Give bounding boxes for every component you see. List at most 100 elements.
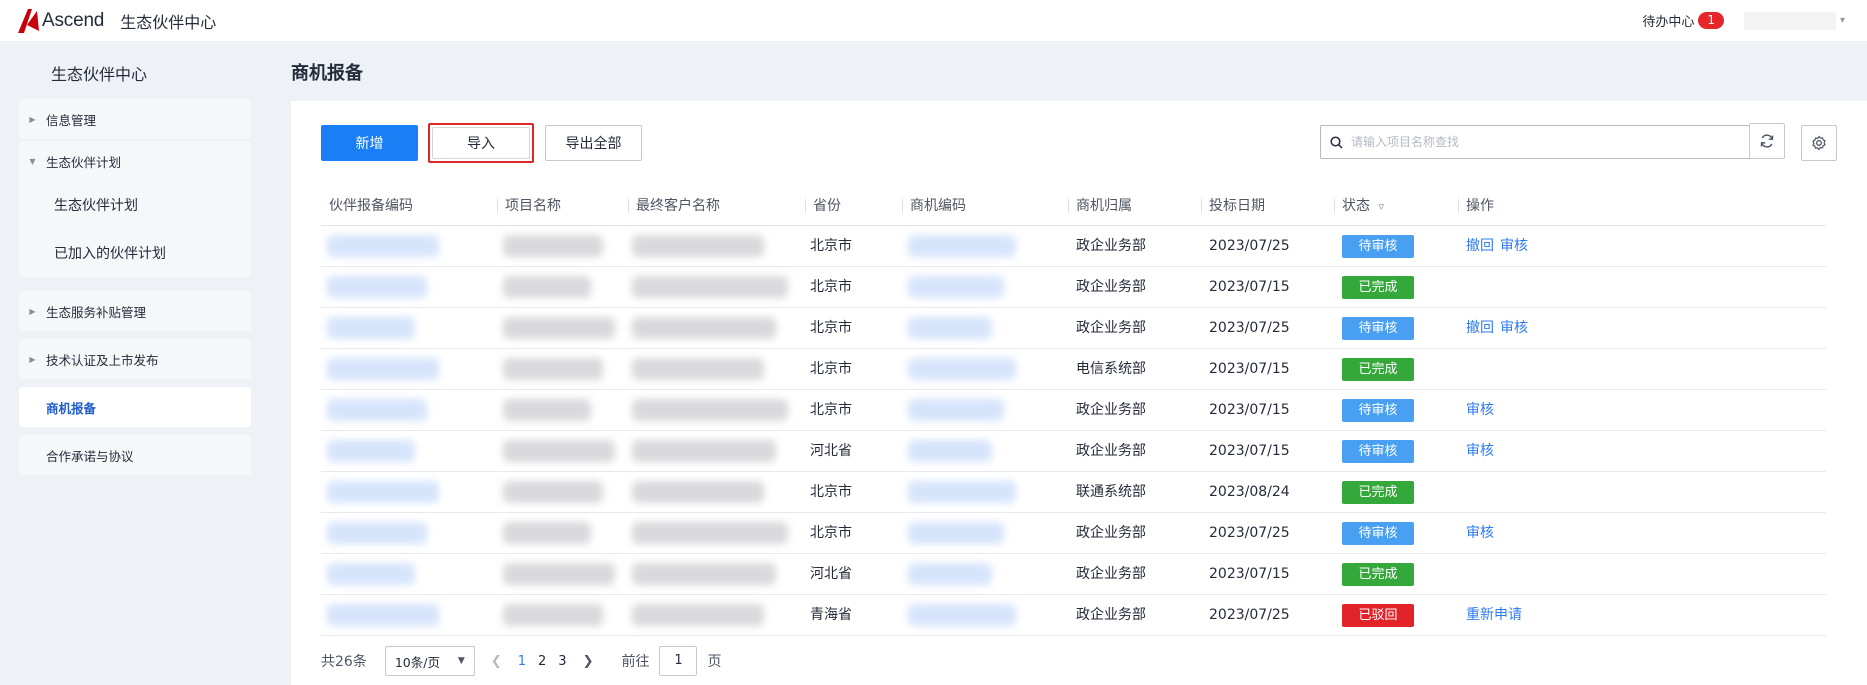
cell-province: 北京市: [810, 320, 852, 336]
redacted-customer-name: [632, 604, 764, 626]
redacted-project-name: [503, 235, 603, 257]
review-link[interactable]: 审核: [1500, 308, 1528, 348]
sidebar-group-partner-plan: ▼ 生态伙伴计划 生态伙伴计划 已加入的伙伴计划: [19, 141, 251, 277]
content-card: 新增 导入 导出全部 伙伴报备编码 项目名称 最终客户名称 省份 商机编码 商机…: [291, 101, 1867, 685]
cell-bid-date: 2023/07/25: [1209, 238, 1290, 254]
cell-department: 政企业务部: [1076, 607, 1146, 623]
redacted-customer-name: [632, 235, 764, 257]
page-number[interactable]: 3: [558, 654, 566, 669]
status-badge: 已完成: [1342, 276, 1414, 299]
refresh-button[interactable]: [1749, 123, 1785, 159]
table-row: 河北省 政企业务部 2023/07/15 待审核 审核: [321, 431, 1826, 472]
redacted-project-name: [503, 276, 591, 298]
table-row: 北京市 政企业务部 2023/07/25 待审核 撤回 审核: [321, 226, 1826, 267]
sidebar-group-certification[interactable]: ▶ 技术认证及上市发布: [19, 339, 251, 379]
redacted-opportunity-code: [908, 563, 992, 585]
table-row: 北京市 政企业务部 2023/07/25 待审核 审核: [321, 513, 1826, 554]
review-link[interactable]: 审核: [1466, 431, 1494, 471]
sidebar-group-header[interactable]: ▼ 生态伙伴计划: [19, 141, 251, 181]
sidebar-item-label: 合作承诺与协议: [46, 448, 134, 464]
total-count: 共26条: [321, 654, 367, 670]
redacted-project-name: [503, 604, 603, 626]
todo-center-link[interactable]: 待办中心 1: [1642, 11, 1724, 30]
ascend-logo-icon: [18, 8, 39, 33]
table-row: 河北省 政企业务部 2023/07/15 已完成: [321, 554, 1826, 595]
cell-province: 河北省: [810, 566, 852, 582]
app-title: 生态伙伴中心: [120, 12, 217, 32]
review-link[interactable]: 审核: [1466, 390, 1494, 430]
prev-page-icon[interactable]: ❮: [491, 654, 502, 669]
search-input[interactable]: [1351, 135, 1751, 149]
reapply-link[interactable]: 重新申请: [1466, 595, 1522, 635]
table-row: 北京市 政企业务部 2023/07/25 待审核 撤回 审核: [321, 308, 1826, 349]
cell-bid-date: 2023/07/15: [1209, 443, 1290, 459]
ascend-logo[interactable]: Ascend: [18, 8, 104, 33]
cell-bid-date: 2023/07/15: [1209, 361, 1290, 377]
pagination: 共26条 10条/页 ▼ ❮ 1 2 3 ❯ 前往 1 页: [321, 646, 721, 676]
next-page-icon[interactable]: ❯: [583, 654, 594, 669]
redacted-partner-code: [327, 276, 427, 298]
redacted-project-name: [503, 563, 615, 585]
user-menu[interactable]: [1743, 11, 1836, 30]
caret-down-icon: ▼: [29, 156, 36, 166]
redacted-opportunity-code: [908, 235, 1016, 257]
cell-bid-date: 2023/07/25: [1209, 525, 1290, 541]
withdraw-link[interactable]: 撤回: [1466, 308, 1494, 348]
cell-department: 政企业务部: [1076, 238, 1146, 254]
column-header: 商机编码: [902, 186, 966, 226]
page-unit-label: 页: [707, 654, 722, 670]
page-title: 商机报备: [291, 63, 363, 84]
redacted-opportunity-code: [908, 522, 1004, 544]
redacted-opportunity-code: [908, 317, 992, 339]
sidebar-item-joined-plans[interactable]: 已加入的伙伴计划: [19, 229, 251, 277]
cell-province: 北京市: [810, 279, 852, 295]
table-row: 北京市 电信系统部 2023/07/15 已完成: [321, 349, 1826, 390]
redacted-project-name: [503, 440, 615, 462]
sidebar-group-subsidy[interactable]: ▶ 生态服务补贴管理: [19, 291, 251, 331]
sidebar-item-label: 生态服务补贴管理: [46, 304, 147, 320]
redacted-customer-name: [632, 276, 788, 298]
column-header-status: 状态 ▿: [1334, 186, 1384, 226]
status-badge: 已完成: [1342, 563, 1414, 586]
redacted-customer-name: [632, 481, 764, 503]
import-button[interactable]: 导入: [432, 127, 530, 159]
sidebar-item-partner-plan[interactable]: 生态伙伴计划: [19, 181, 251, 229]
page-size-value: 10条/页: [394, 654, 440, 670]
redacted-customer-name: [632, 440, 776, 462]
withdraw-link[interactable]: 撤回: [1466, 226, 1494, 266]
sidebar-group-info[interactable]: ▶ 信息管理: [19, 99, 251, 139]
status-badge: 待审核: [1342, 235, 1414, 258]
page-number[interactable]: 2: [538, 654, 546, 669]
sidebar-item-label: 生态伙伴计划: [46, 154, 122, 170]
review-link[interactable]: 审核: [1466, 513, 1494, 553]
page-size-select[interactable]: 10条/页 ▼: [384, 646, 475, 676]
search-box: [1320, 125, 1766, 159]
sidebar-item-label: 信息管理: [46, 112, 97, 128]
table-row: 北京市 政企业务部 2023/07/15 已完成: [321, 267, 1826, 308]
sidebar-item-label: 商机报备: [46, 400, 97, 416]
top-bar: Ascend 生态伙伴中心 待办中心 1 ▾: [0, 0, 1867, 41]
table-row: 北京市 政企业务部 2023/07/15 待审核 审核: [321, 390, 1826, 431]
export-all-button[interactable]: 导出全部: [545, 125, 642, 161]
sidebar-item-agreements[interactable]: 合作承诺与协议: [19, 435, 251, 475]
column-header: 伙伴报备编码: [329, 198, 413, 214]
add-button[interactable]: 新增: [321, 125, 418, 161]
cell-department: 政企业务部: [1076, 402, 1146, 418]
status-badge: 待审核: [1342, 522, 1414, 545]
cell-province: 河北省: [810, 443, 852, 459]
settings-button[interactable]: [1801, 125, 1837, 161]
redacted-partner-code: [327, 481, 439, 503]
table-body: 北京市 政企业务部 2023/07/25 待审核 撤回 审核 北京市 政企业务部 2023/07…: [321, 226, 1826, 636]
sidebar-item-opportunity-report[interactable]: 商机报备: [19, 387, 251, 427]
chevron-down-icon[interactable]: ▾: [1840, 15, 1845, 26]
page-number-current[interactable]: 1: [518, 654, 526, 669]
filter-icon[interactable]: ▿: [1378, 200, 1384, 213]
status-badge: 待审核: [1342, 399, 1414, 422]
status-badge: 待审核: [1342, 440, 1414, 463]
cell-province: 青海省: [810, 607, 852, 623]
review-link[interactable]: 审核: [1500, 226, 1528, 266]
goto-page-input[interactable]: 1: [659, 646, 698, 676]
column-header: 商机归属: [1068, 186, 1132, 226]
cell-department: 政企业务部: [1076, 320, 1146, 336]
sidebar-title: 生态伙伴中心: [51, 65, 148, 84]
